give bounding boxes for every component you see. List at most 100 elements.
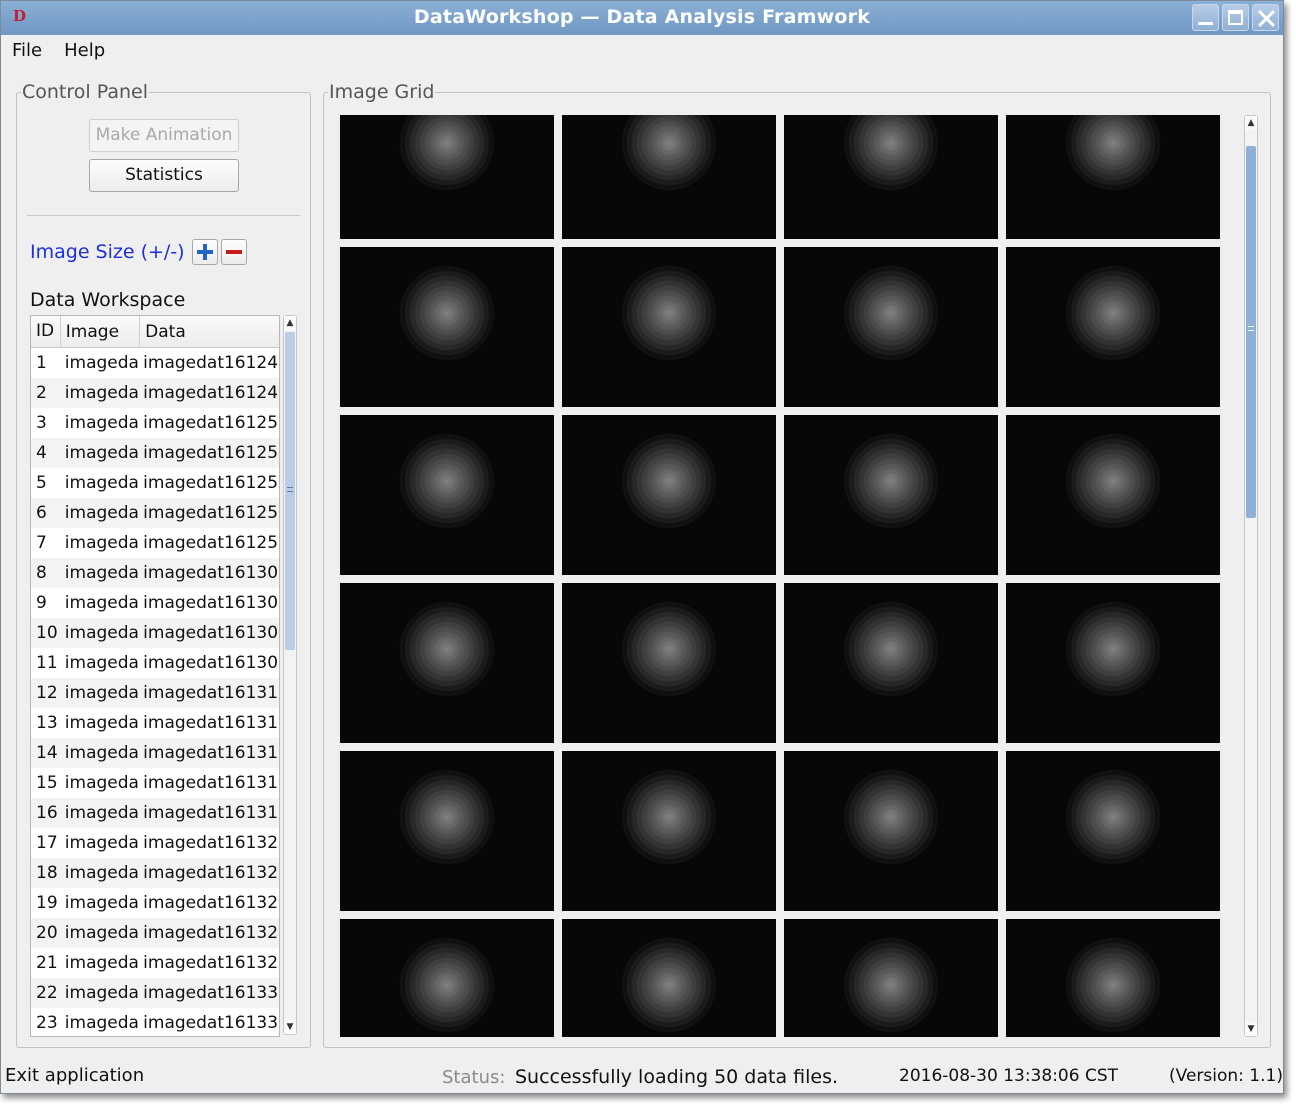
image-thumbnail[interactable] bbox=[784, 115, 998, 239]
cell-id: 3 bbox=[36, 413, 47, 433]
image-thumbnail[interactable] bbox=[340, 415, 554, 575]
column-header-data[interactable]: Data bbox=[140, 316, 279, 347]
cell-image: imageda bbox=[64, 473, 139, 493]
image-thumbnail[interactable] bbox=[340, 751, 554, 911]
table-row[interactable]: 10 imageda imagedat16130 bbox=[31, 618, 279, 648]
image-thumbnail[interactable] bbox=[1006, 751, 1220, 911]
image-thumbnail[interactable] bbox=[562, 919, 776, 1037]
image-thumbnail[interactable] bbox=[1006, 115, 1220, 239]
table-row[interactable]: 8 imageda imagedat16130 bbox=[31, 558, 279, 588]
table-row[interactable]: 11 imageda imagedat16130 bbox=[31, 648, 279, 678]
image-content bbox=[841, 583, 941, 743]
cell-id: 16 bbox=[36, 803, 58, 823]
minimize-icon bbox=[1198, 10, 1213, 25]
table-row[interactable]: 22 imageda imagedat16133 bbox=[31, 978, 279, 1008]
scroll-thumb[interactable] bbox=[1246, 146, 1256, 518]
menu-file[interactable]: File bbox=[1, 36, 53, 64]
image-content bbox=[1063, 751, 1163, 911]
plus-icon[interactable] bbox=[191, 239, 218, 265]
table-row[interactable]: 16 imageda imagedat16131 bbox=[31, 798, 279, 828]
table-row[interactable]: 18 imageda imagedat16132 bbox=[31, 858, 279, 888]
image-content bbox=[841, 415, 941, 575]
image-thumbnail[interactable] bbox=[340, 247, 554, 407]
cell-id: 11 bbox=[36, 653, 58, 673]
image-thumbnail[interactable] bbox=[1006, 583, 1220, 743]
cell-data: imagedat16131 bbox=[143, 803, 279, 823]
cell-id: 6 bbox=[36, 503, 47, 523]
cell-id: 22 bbox=[36, 983, 58, 1003]
table-row[interactable]: 9 imageda imagedat16130 bbox=[31, 588, 279, 618]
image-thumbnail[interactable] bbox=[1006, 919, 1220, 1037]
cell-data: imagedat16125 bbox=[143, 533, 279, 553]
table-row[interactable]: 23 imageda imagedat16133 bbox=[31, 1008, 279, 1036]
image-thumbnail[interactable] bbox=[340, 919, 554, 1037]
minimize-button[interactable] bbox=[1192, 4, 1219, 31]
table-row[interactable]: 5 imageda imagedat16125 bbox=[31, 468, 279, 498]
statistics-button[interactable]: Statistics bbox=[89, 159, 239, 192]
image-thumbnail[interactable] bbox=[340, 115, 554, 239]
image-thumbnail[interactable] bbox=[562, 751, 776, 911]
table-scrollbar[interactable]: ▲ ▼ bbox=[283, 315, 297, 1035]
scroll-down-icon[interactable]: ▼ bbox=[284, 1020, 296, 1034]
cell-image: imageda bbox=[64, 383, 139, 403]
cell-data: imagedat16133 bbox=[143, 983, 279, 1003]
scroll-down-icon[interactable]: ▼ bbox=[1245, 1022, 1257, 1036]
cell-data: imagedat16130 bbox=[143, 563, 279, 583]
table-row[interactable]: 1 imageda imagedat16124 bbox=[31, 348, 279, 378]
title-bar[interactable]: D DataWorkshop — Data Analysis Framwork bbox=[1, 1, 1283, 35]
cell-image: imageda bbox=[64, 623, 139, 643]
scroll-thumb[interactable] bbox=[285, 332, 295, 650]
image-thumbnail[interactable] bbox=[784, 919, 998, 1037]
cell-data: imagedat16125 bbox=[143, 503, 279, 523]
column-header-id[interactable]: ID bbox=[31, 316, 61, 347]
column-header-image[interactable]: Image bbox=[61, 316, 141, 347]
table-row[interactable]: 6 imageda imagedat16125 bbox=[31, 498, 279, 528]
cell-image: imageda bbox=[64, 563, 139, 583]
table-row[interactable]: 4 imageda imagedat16125 bbox=[31, 438, 279, 468]
image-thumbnail[interactable] bbox=[562, 247, 776, 407]
scroll-up-icon[interactable]: ▲ bbox=[284, 316, 296, 330]
table-row[interactable]: 13 imageda imagedat16131 bbox=[31, 708, 279, 738]
cell-data: imagedat16132 bbox=[143, 833, 279, 853]
table-row[interactable]: 19 imageda imagedat16132 bbox=[31, 888, 279, 918]
minus-icon[interactable] bbox=[220, 239, 247, 265]
image-thumbnail[interactable] bbox=[562, 115, 776, 239]
cell-image: imageda bbox=[64, 893, 139, 913]
image-thumbnail[interactable] bbox=[784, 751, 998, 911]
cell-data: imagedat16131 bbox=[143, 743, 279, 763]
image-thumbnail[interactable] bbox=[1006, 415, 1220, 575]
table-row[interactable]: 12 imageda imagedat16131 bbox=[31, 678, 279, 708]
table-row[interactable]: 3 imageda imagedat16125 bbox=[31, 408, 279, 438]
make-animation-button[interactable]: Make Animation bbox=[89, 119, 239, 152]
image-thumbnail[interactable] bbox=[784, 415, 998, 575]
image-grid-scrollbar[interactable]: ▲ ▼ bbox=[1244, 115, 1258, 1037]
table-row[interactable]: 15 imageda imagedat16131 bbox=[31, 768, 279, 798]
status-hint: Exit application bbox=[5, 1065, 145, 1086]
table-row[interactable]: 14 imageda imagedat16131 bbox=[31, 738, 279, 768]
scroll-up-icon[interactable]: ▲ bbox=[1245, 116, 1257, 130]
table-row[interactable]: 20 imageda imagedat16132 bbox=[31, 918, 279, 948]
close-icon bbox=[1258, 10, 1273, 25]
image-thumbnail[interactable] bbox=[340, 583, 554, 743]
cell-data: imagedat16130 bbox=[143, 593, 279, 613]
data-workspace-table[interactable]: ID Image Data 1 imageda imagedat16124 2 imag… bbox=[30, 315, 280, 1037]
control-panel: Control Panel Make Animation Statistics … bbox=[16, 81, 311, 1048]
maximize-button[interactable] bbox=[1222, 4, 1249, 31]
cell-image: imageda bbox=[64, 773, 139, 793]
image-grid-title: Image Grid bbox=[328, 81, 436, 103]
image-thumbnail[interactable] bbox=[784, 583, 998, 743]
table-row[interactable]: 2 imageda imagedat16124 bbox=[31, 378, 279, 408]
image-content bbox=[1063, 247, 1163, 407]
table-row[interactable]: 7 imageda imagedat16125 bbox=[31, 528, 279, 558]
table-row[interactable]: 17 imageda imagedat16132 bbox=[31, 828, 279, 858]
cell-data: imagedat16124 bbox=[143, 353, 279, 373]
menu-help[interactable]: Help bbox=[53, 36, 116, 64]
image-thumbnail[interactable] bbox=[562, 583, 776, 743]
image-thumbnail[interactable] bbox=[784, 247, 998, 407]
image-thumbnail[interactable] bbox=[1006, 247, 1220, 407]
image-content bbox=[841, 247, 941, 407]
image-content bbox=[841, 115, 941, 239]
close-button[interactable] bbox=[1252, 4, 1279, 31]
table-row[interactable]: 21 imageda imagedat16132 bbox=[31, 948, 279, 978]
image-thumbnail[interactable] bbox=[562, 415, 776, 575]
